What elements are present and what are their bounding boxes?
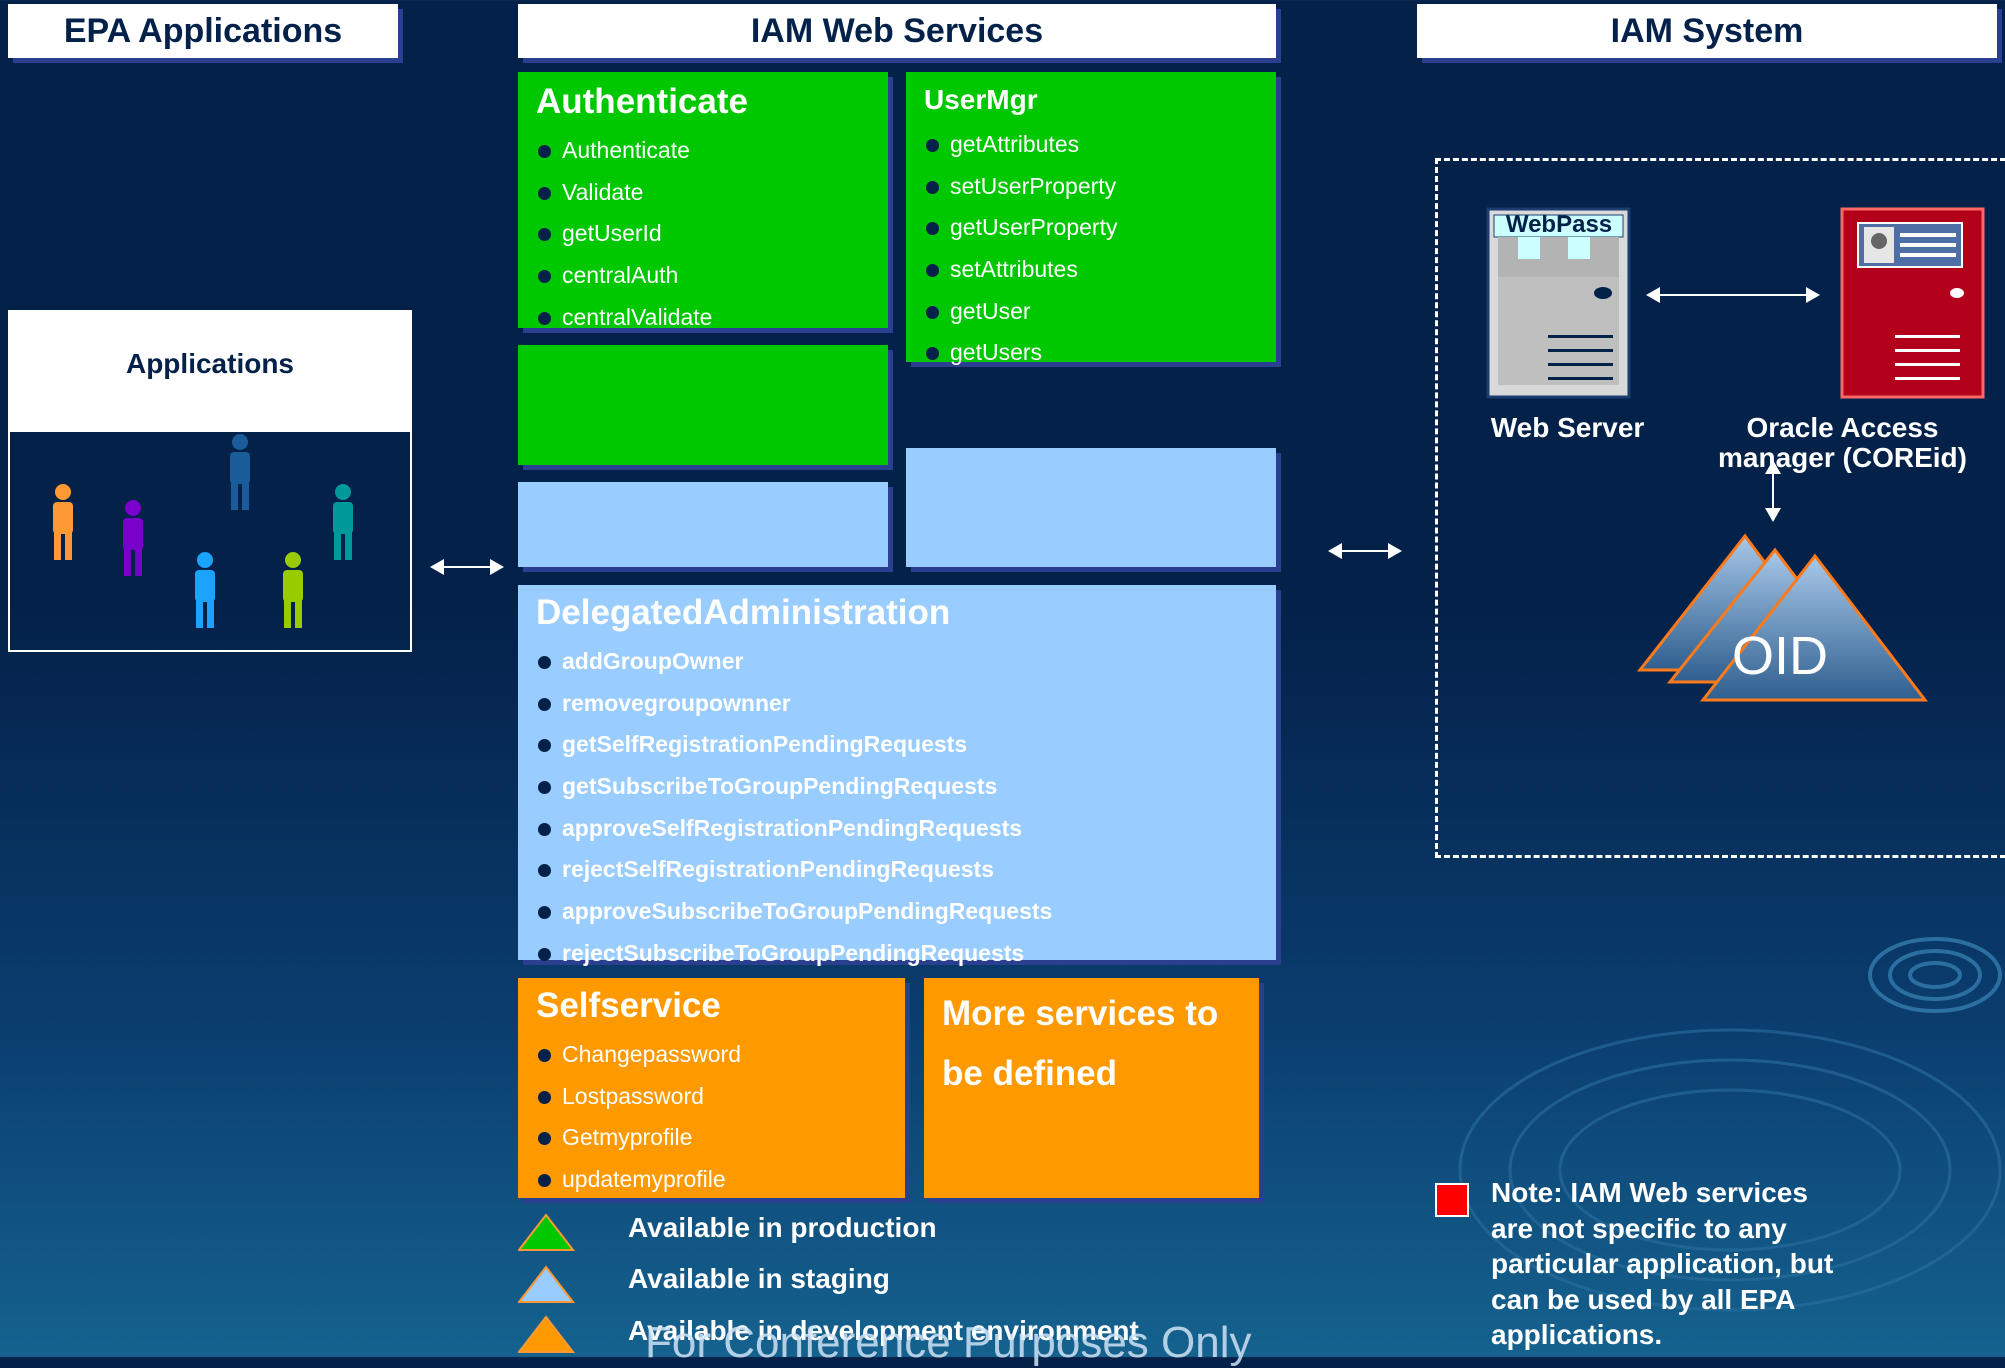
note-marker-icon xyxy=(1435,1183,1469,1217)
production-triangle-icon xyxy=(518,1213,576,1251)
applications-panel: Applications xyxy=(8,310,412,652)
more-services-box: More services to be defined xyxy=(924,978,1259,1198)
person-icon-lightblue xyxy=(195,552,215,628)
staging-triangle-icon xyxy=(518,1265,576,1303)
person-icon-teal xyxy=(333,484,353,560)
operation-list-item: getUser xyxy=(924,291,1117,333)
operation-list-item: updatemyprofile xyxy=(536,1159,741,1201)
more-services-line-2: be defined xyxy=(942,1054,1118,1093)
oracle-access-manager-icon xyxy=(1840,207,1985,399)
header-epa-applications: EPA Applications xyxy=(8,4,398,58)
web-server-label: Web Server xyxy=(1490,412,1645,443)
operation-list-item: Getmyprofile xyxy=(536,1117,741,1159)
operation-list-item: approveSelfRegistrationPendingRequests xyxy=(536,808,1052,850)
people-icon-group xyxy=(53,434,353,628)
selfservice-title: Selfservice xyxy=(536,986,721,1025)
authenticate-service-box: Authenticate Authenticate Validate getUser… xyxy=(518,72,888,330)
operation-list-item: getAttributes xyxy=(924,124,1117,166)
person-icon-orange xyxy=(53,484,73,560)
operation-list-item: Changepassword xyxy=(536,1034,741,1076)
more-services-line-1: More services to xyxy=(942,994,1219,1033)
blue-service-box-unlabeled xyxy=(518,482,888,567)
selfservice-box: Selfservice Changepassword Lostpassword Ge… xyxy=(518,978,905,1198)
authenticate-title: Authenticate xyxy=(536,82,748,121)
operation-list-item: getUsers xyxy=(924,332,1117,374)
oam-label: Oracle Access manager (COREid) xyxy=(1700,413,1985,473)
note-text: Note: IAM Web services are not specific t… xyxy=(1491,1175,1991,1353)
operation-list-item: addGroupOwner xyxy=(536,641,1052,683)
note-line: particular application, but xyxy=(1491,1248,1834,1279)
applications-title: Applications xyxy=(10,312,410,432)
operation-list-item: Validate xyxy=(536,172,712,214)
development-triangle-icon xyxy=(518,1315,576,1353)
selfservice-operations-list: Changepassword Lostpassword Getmyprofile up… xyxy=(536,1034,741,1201)
more-services-title: More services to be defined xyxy=(942,984,1218,1104)
operation-list-item: setAttributes xyxy=(924,249,1117,291)
legend-icons xyxy=(518,1213,576,1353)
operation-list-item: getUserProperty xyxy=(924,207,1117,249)
blue-service-box-unlabeled xyxy=(906,448,1276,567)
oid-label: OID xyxy=(1731,626,1828,686)
operation-list-item: centralAuth xyxy=(536,255,712,297)
authenticate-operations-list: Authenticate Validate getUserId centralAuth… xyxy=(536,130,712,338)
note-line: applications. xyxy=(1491,1319,1663,1350)
operation-list-item: getSubscribeToGroupPendingRequests xyxy=(536,766,1052,808)
person-icon-navy xyxy=(230,434,250,510)
legend-production-label: Available in production xyxy=(628,1212,937,1243)
legend-staging-label: Available in staging xyxy=(628,1263,890,1294)
operation-list-item: rejectSubscribeToGroupPendingRequests xyxy=(536,933,1052,975)
note-line: can be used by all EPA xyxy=(1491,1283,1796,1315)
operation-list-item: removegroupownner xyxy=(536,683,1052,725)
operation-list-item: Authenticate xyxy=(536,130,712,172)
person-icon-purple xyxy=(123,500,143,576)
note-line: are not specific to any xyxy=(1491,1212,1787,1244)
operation-list-item: Lostpassword xyxy=(536,1076,741,1118)
webpass-label: WebPass xyxy=(1505,211,1613,238)
ripple-decoration-small xyxy=(1868,937,2002,1013)
oam-label-line-2: manager (COREid) xyxy=(1718,442,1967,473)
double-arrow-icon xyxy=(430,559,504,575)
header-iam-web-services: IAM Web Services xyxy=(518,4,1276,58)
usermgr-title: UserMgr xyxy=(924,84,1038,115)
operation-list-item: setUserProperty xyxy=(924,166,1117,208)
green-service-box-unlabeled xyxy=(518,345,888,465)
operation-list-item: centralValidate xyxy=(536,297,712,339)
operation-list-item: getSelfRegistrationPendingRequests xyxy=(536,724,1052,766)
double-arrow-icon xyxy=(1646,287,1820,303)
operation-list-item: rejectSelfRegistrationPendingRequests xyxy=(536,849,1052,891)
delegated-operations-list: addGroupOwner removegroupownner getSelfReg… xyxy=(536,641,1052,975)
person-icon-lime xyxy=(283,552,303,628)
footer-watermark: For Conference Purposes Only xyxy=(645,1318,1252,1367)
oam-label-line-1: Oracle Access xyxy=(1746,412,1939,443)
delegated-administration-box: DelegatedAdministration addGroupOwner rem… xyxy=(518,585,1276,966)
delegated-administration-title: DelegatedAdministration xyxy=(536,593,951,632)
operation-list-item: getUserId xyxy=(536,213,712,255)
usermgr-service-box: UserMgr getAttributes setUserProperty getU… xyxy=(906,72,1276,365)
usermgr-operations-list: getAttributes setUserProperty getUserPrope… xyxy=(924,124,1117,374)
header-iam-system: IAM System xyxy=(1417,4,1997,58)
double-arrow-icon xyxy=(1328,543,1402,559)
operation-list-item: approveSubscribeToGroupPendingRequests xyxy=(536,891,1052,933)
note-line: Note: IAM Web services xyxy=(1491,1177,1808,1208)
